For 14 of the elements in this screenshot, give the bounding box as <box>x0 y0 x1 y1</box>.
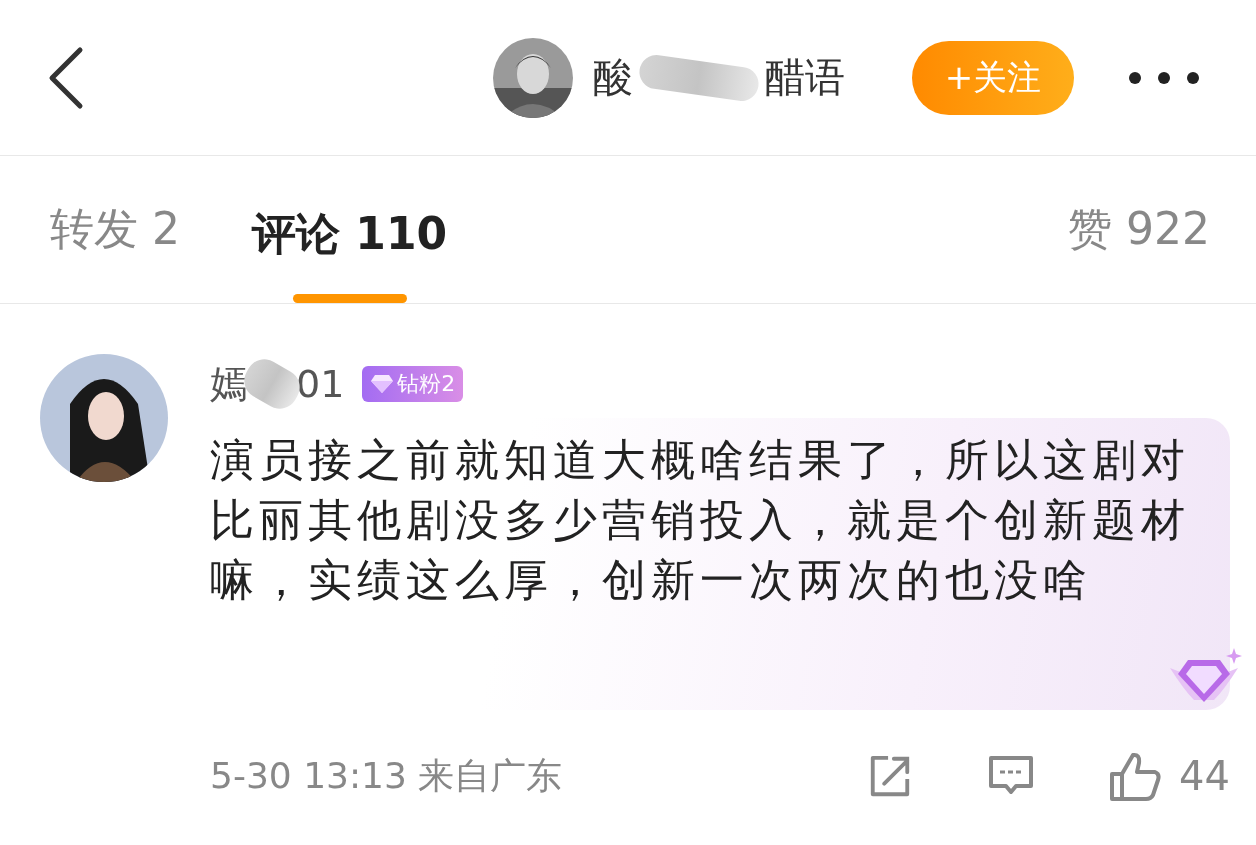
username[interactable]: 嫣 <box>210 358 248 410</box>
tab[interactable]: 评论 110 <box>252 204 448 303</box>
comment-time: 5-30 13:13 来自广东 <box>210 753 563 798</box>
like-count: 44 <box>1179 753 1230 799</box>
badge-label: 钻粉2 <box>397 370 456 398</box>
account-name: 酸 <box>593 53 633 102</box>
likes-tab[interactable]: 赞 922 <box>1068 200 1210 259</box>
username[interactable]: 01 <box>296 362 345 406</box>
account-name: 醋语 <box>765 53 845 102</box>
comment-text: 演员接之前就知道大概啥结果了，所以这剧对比丽其他剧没多少营销投入，就是个创新题材嘛，实绩这么厚，创新一次两次的也没啥 <box>210 433 1190 607</box>
more-icon[interactable] <box>1128 70 1200 85</box>
thumbs-up-icon[interactable] <box>1109 750 1162 802</box>
tab[interactable]: 转发 2 <box>50 200 180 259</box>
diamond-icon <box>370 374 395 394</box>
